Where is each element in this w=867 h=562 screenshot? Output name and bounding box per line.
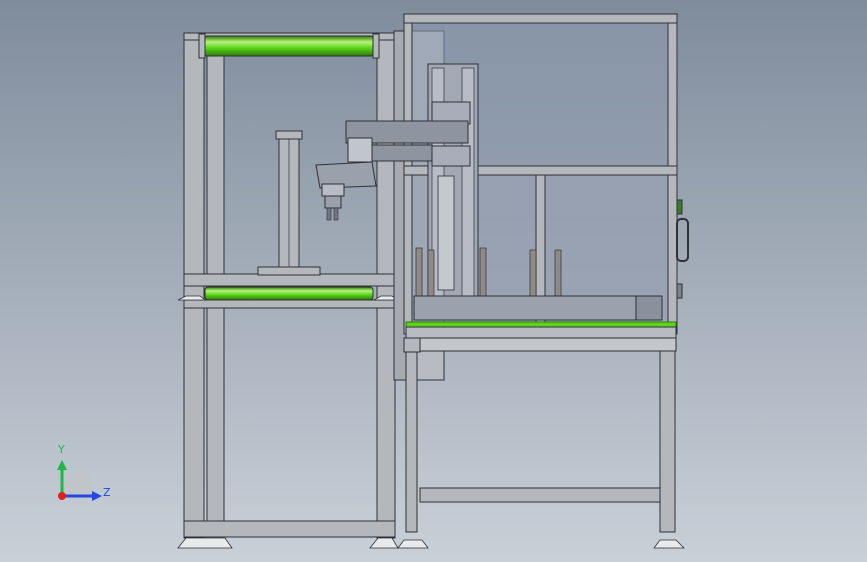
left-frame-bottom-beam	[183, 520, 396, 538]
z-axis-label: Z	[103, 486, 111, 499]
z-axis-arrowhead	[92, 491, 102, 501]
x-axis-origin	[58, 492, 66, 500]
conveyor-platform	[405, 295, 677, 352]
table-feet	[397, 539, 685, 549]
left-frame	[183, 32, 396, 539]
left-frame-mid-beam	[183, 273, 396, 287]
y-axis-label: Y	[58, 443, 65, 456]
linear-module	[257, 130, 321, 276]
bottom-roller	[204, 286, 374, 301]
side-handle	[676, 199, 689, 299]
table-base	[403, 337, 676, 533]
axis-triad	[57, 460, 102, 501]
top-roller	[198, 33, 380, 59]
left-frame-lower-beam	[183, 299, 396, 309]
y-axis-arrowhead	[57, 460, 67, 470]
cad-viewport[interactable]: Y Z	[0, 0, 867, 562]
